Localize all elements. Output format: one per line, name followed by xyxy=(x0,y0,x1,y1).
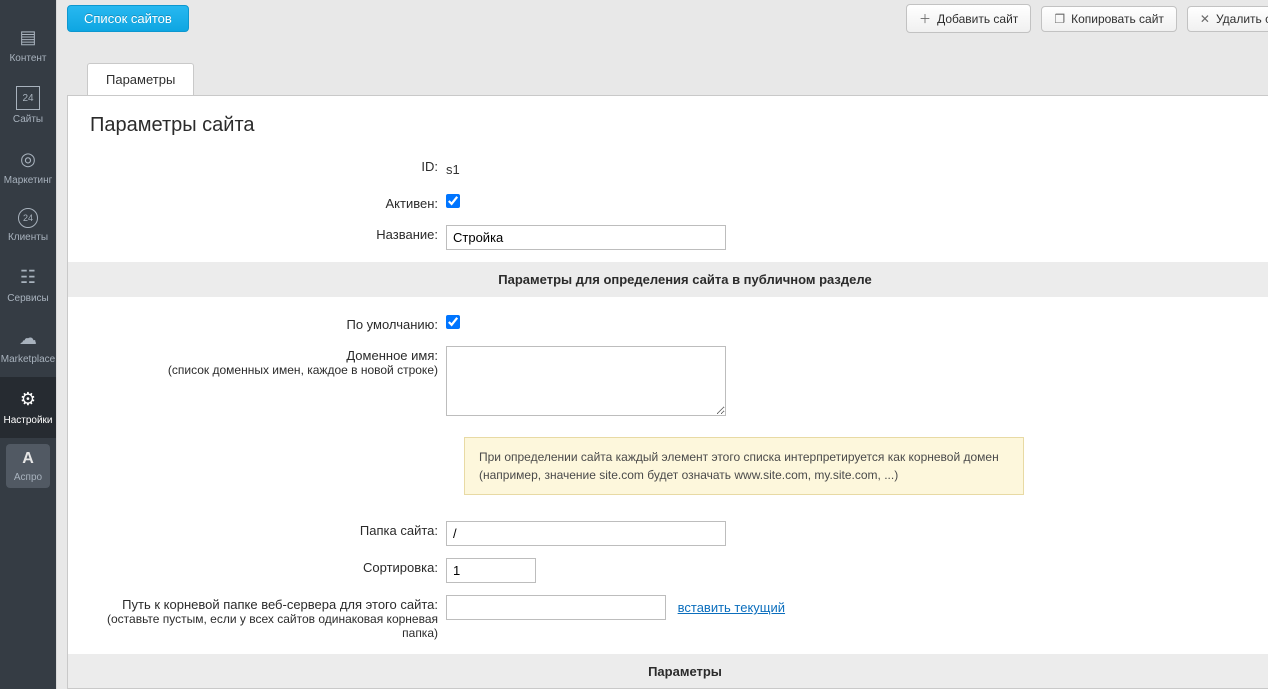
add-site-button[interactable]: ＋ Добавить сайт xyxy=(906,4,1031,33)
page-title: Параметры сайта xyxy=(68,96,1268,151)
tab-bar: Параметры xyxy=(87,63,1268,95)
section-parameters: Параметры xyxy=(68,654,1268,689)
marketplace-icon: ☁ xyxy=(16,326,40,350)
input-name[interactable] xyxy=(446,225,726,250)
button-label: Копировать сайт xyxy=(1071,12,1164,26)
checkbox-default[interactable] xyxy=(446,315,460,329)
button-label: Удалить сайт xyxy=(1216,12,1268,26)
label-name: Название: xyxy=(68,222,446,247)
value-id: s1 xyxy=(446,157,460,182)
label-rootpath: Путь к корневой папке веб-сервера для эт… xyxy=(68,592,446,645)
close-icon: ✕ xyxy=(1200,12,1210,26)
input-sort[interactable] xyxy=(446,558,536,583)
nav-marketing[interactable]: ◎ Маркетинг xyxy=(0,137,56,198)
main-icon-sidebar: ▤ Контент 24 Сайты ◎ Маркетинг 24 Клиенты ☷ С… xyxy=(0,0,56,689)
nav-clients[interactable]: 24 Клиенты xyxy=(0,198,56,255)
sites-icon: 24 xyxy=(16,86,40,110)
tab-parameters[interactable]: Параметры xyxy=(87,63,194,95)
label-default: По умолчанию: xyxy=(68,312,446,337)
delete-site-button[interactable]: ✕ Удалить сайт xyxy=(1187,6,1268,32)
input-folder[interactable] xyxy=(446,521,726,546)
nav-content[interactable]: ▤ Контент xyxy=(0,15,56,76)
section-public: Параметры для определения сайта в публич… xyxy=(68,262,1268,297)
copy-icon: ❐ xyxy=(1054,12,1065,26)
page-toolbar: Список сайтов ＋ Добавить сайт ❐ Копировать… xyxy=(57,0,1268,33)
marketing-icon: ◎ xyxy=(16,147,40,171)
checkbox-active[interactable] xyxy=(446,194,460,208)
textarea-domain[interactable] xyxy=(446,346,726,416)
content-icon: ▤ xyxy=(16,25,40,49)
nav-label: Настройки xyxy=(3,415,52,426)
label-folder: Папка сайта: xyxy=(68,518,446,543)
clients-icon: 24 xyxy=(18,208,38,228)
input-rootpath[interactable] xyxy=(446,595,666,620)
nav-aspro[interactable]: A Аспро xyxy=(6,444,50,488)
link-insert-current[interactable]: вставить текущий xyxy=(678,600,785,615)
label-sort: Сортировка: xyxy=(68,555,446,580)
copy-site-button[interactable]: ❐ Копировать сайт xyxy=(1041,6,1177,32)
nav-label: Маркетинг xyxy=(4,175,53,186)
nav-label: Сервисы xyxy=(7,293,48,304)
label-id: ID: xyxy=(68,154,446,179)
nav-label: Marketplace xyxy=(1,354,55,365)
nav-marketplace[interactable]: ☁ Marketplace xyxy=(0,316,56,377)
plus-icon: ＋ xyxy=(919,10,931,27)
nav-label: Аспро xyxy=(14,472,42,483)
nav-services[interactable]: ☷ Сервисы xyxy=(0,255,56,316)
button-label: Добавить сайт xyxy=(937,12,1018,26)
aspro-icon: A xyxy=(16,450,40,468)
domain-hint: При определении сайта каждый элемент это… xyxy=(464,437,1024,495)
services-icon: ☷ xyxy=(16,265,40,289)
settings-icon: ⚙ xyxy=(16,387,40,411)
nav-label: Контент xyxy=(9,53,46,64)
label-domain: Доменное имя:(список доменных имен, кажд… xyxy=(68,343,446,382)
nav-settings[interactable]: ⚙ Настройки xyxy=(0,377,56,438)
nav-label: Клиенты xyxy=(8,232,48,243)
site-list-button[interactable]: Список сайтов xyxy=(67,5,189,32)
main-content: Список сайтов ＋ Добавить сайт ❐ Копировать… xyxy=(57,0,1268,689)
nav-label: Сайты xyxy=(13,114,43,125)
nav-sites[interactable]: 24 Сайты xyxy=(0,76,56,137)
form-panel: Параметры сайта ID: s1 Активен: Название… xyxy=(67,95,1268,689)
label-active: Активен: xyxy=(68,191,446,216)
